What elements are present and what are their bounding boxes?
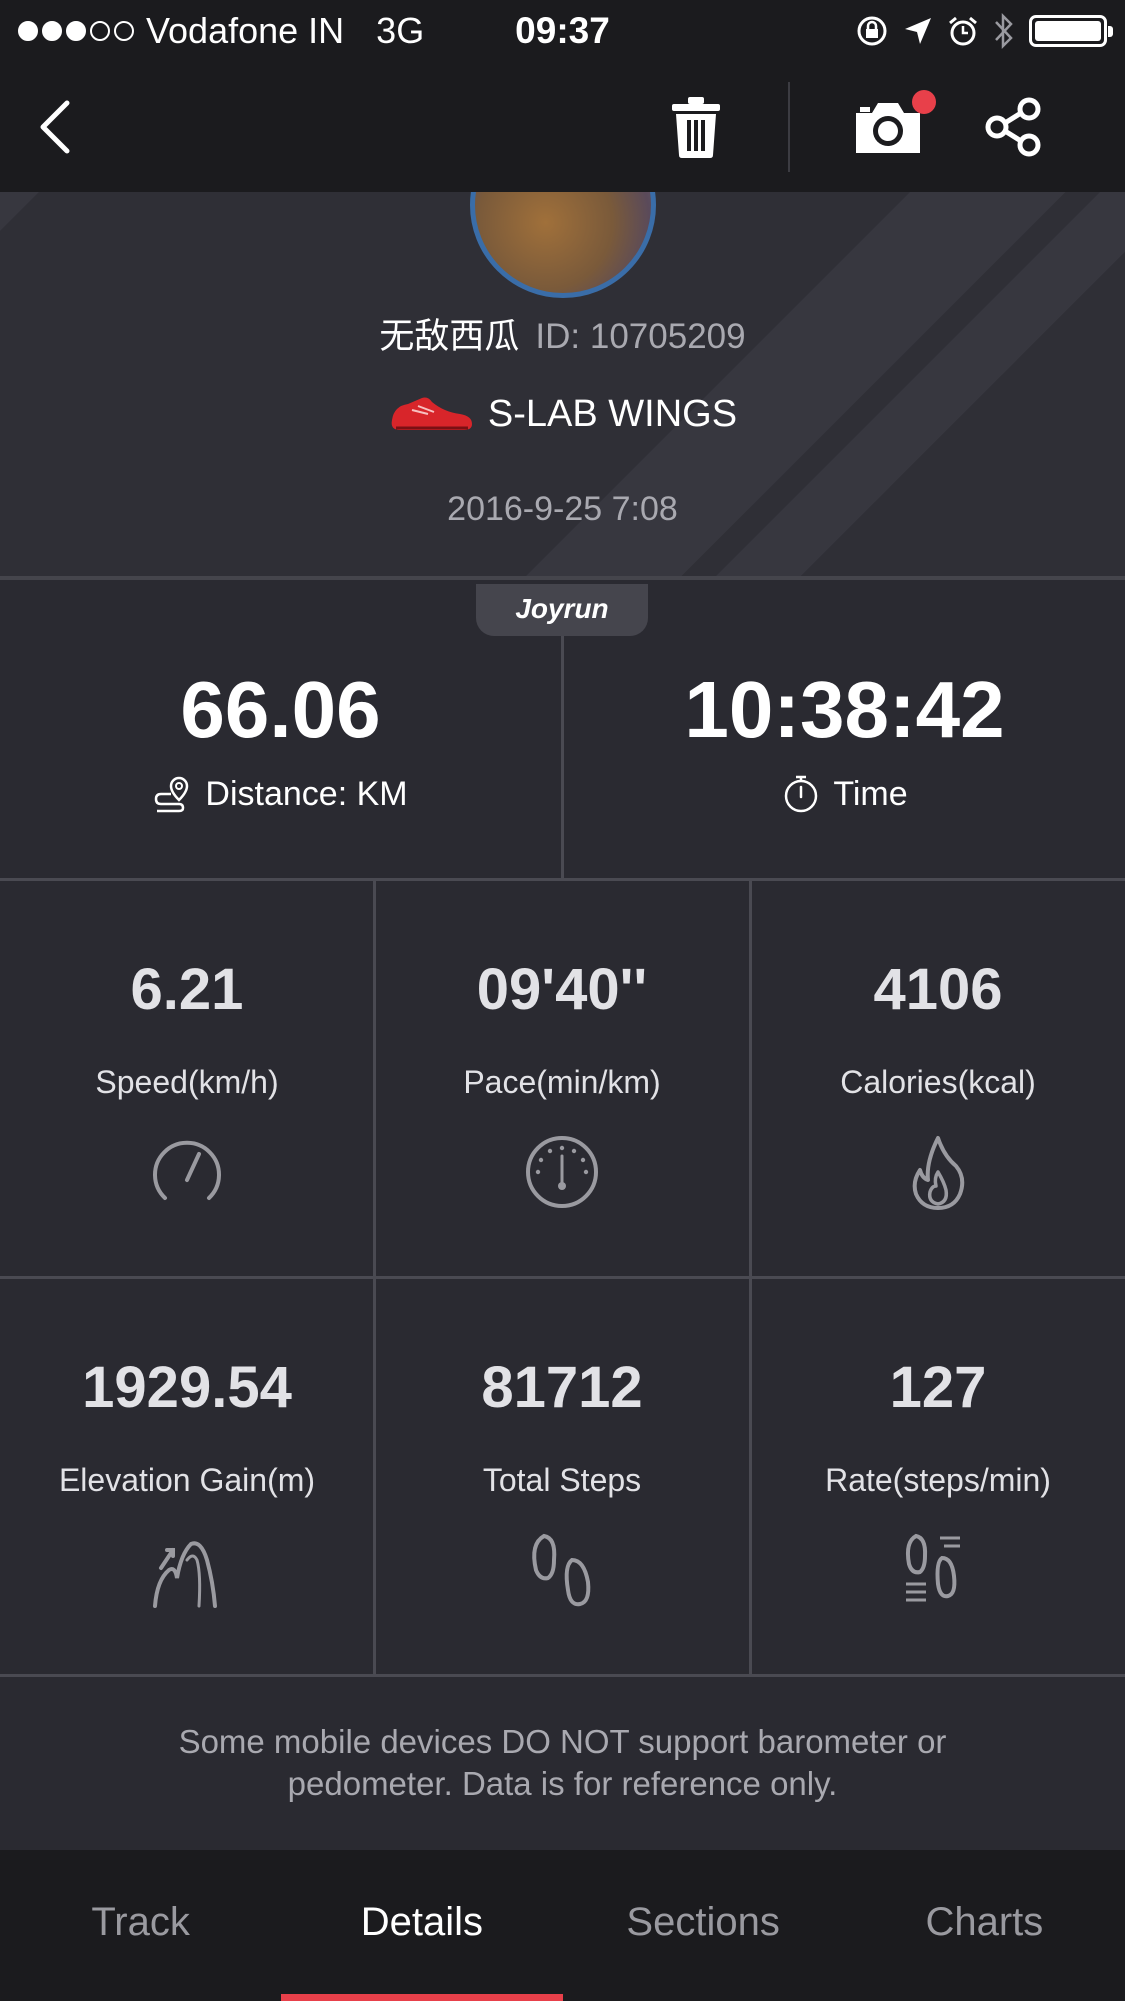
pace-stat: 09'40'' Pace(min/km) (375, 880, 749, 1276)
distance-value: 66.06 (180, 665, 381, 754)
camera-badge (912, 90, 936, 114)
bottom-tab-bar: Track Details Sections Charts (0, 1850, 1125, 2001)
profile-header: 无敌西瓜 ID: 10705209 S-LAB WINGS 2016-9-25 7… (0, 192, 1125, 580)
time-stat: 10:38:42 Time (564, 584, 1125, 880)
distance-label-row: Distance: KM (0, 774, 561, 814)
pace-gauge-icon (526, 1136, 598, 1208)
share-icon (985, 97, 1041, 157)
shoe-icon (391, 397, 472, 430)
tab-details[interactable]: Details (281, 1850, 563, 2001)
elevation-value: 1929.54 (82, 1355, 292, 1420)
steps-value: 81712 (481, 1355, 643, 1420)
disclaimer-text: Some mobile devices DO NOT support barom… (178, 1723, 947, 1802)
shoe-line[interactable]: S-LAB WINGS (0, 392, 1125, 436)
status-bar: Vodafone IN 3G 09:37 (0, 0, 1125, 62)
tab-sections-label: Sections (626, 1900, 780, 1944)
tab-details-label: Details (360, 1900, 483, 1944)
active-tab-indicator (281, 1994, 563, 2001)
calories-value: 4106 (873, 957, 1003, 1022)
speed-label: Speed(km/h) (95, 1064, 279, 1100)
shoe-name: S-LAB WINGS (487, 392, 738, 435)
calories-stat: 4106 Calories(kcal) (751, 880, 1125, 1276)
header-divider (0, 576, 1125, 580)
step-rate-stat: 127 Rate(steps/min) (751, 1278, 1125, 1674)
flame-icon (912, 1136, 965, 1210)
stopwatch-icon (785, 775, 818, 813)
time-label-row: Time (564, 774, 1125, 814)
tab-sections[interactable]: Sections (563, 1850, 844, 2001)
location-arrow-icon (905, 18, 931, 44)
pace-value: 09'40'' (476, 957, 648, 1022)
route-pin-icon (155, 776, 189, 813)
alarm-icon (949, 16, 977, 46)
nav-bar (0, 62, 1125, 192)
pace-label: Pace(min/km) (463, 1064, 661, 1100)
elevation-stat: 1929.54 Elevation Gain(m) (0, 1278, 374, 1674)
steps-stat: 81712 Total Steps (375, 1278, 749, 1674)
elevation-icon (153, 1541, 217, 1608)
distance-label: Distance: KM (205, 774, 408, 813)
user-line: 无敌西瓜 ID: 10705209 (0, 308, 1125, 359)
footprints-icon (532, 1533, 591, 1607)
user-id: ID: 10705209 (535, 317, 746, 356)
nav-divider (788, 82, 790, 172)
user-name: 无敌西瓜 (379, 317, 520, 357)
bluetooth-icon (995, 12, 1013, 50)
run-date: 2016-9-25 7:08 (447, 490, 678, 528)
status-right (855, 8, 1113, 54)
delete-button[interactable] (658, 62, 734, 192)
chevron-left-icon (40, 100, 70, 154)
calories-label: Calories(kcal) (840, 1064, 1036, 1100)
tab-track[interactable]: Track (0, 1850, 281, 2001)
step-rate-value: 127 (889, 1355, 987, 1420)
step-rate-label: Rate(steps/min) (825, 1462, 1051, 1498)
steps-label: Total Steps (482, 1462, 642, 1498)
tab-charts[interactable]: Charts (844, 1850, 1125, 2001)
rotation-lock-icon (857, 16, 887, 46)
tab-track-label: Track (91, 1900, 190, 1944)
tab-charts-label: Charts (925, 1900, 1044, 1944)
back-button[interactable] (20, 62, 90, 192)
camera-button[interactable] (838, 62, 938, 192)
elevation-label: Elevation Gain(m) (58, 1462, 316, 1498)
speedometer-icon (153, 1140, 221, 1200)
distance-stat: 66.06 Distance: KM (0, 584, 561, 880)
time-label: Time (833, 774, 908, 813)
battery-icon (1029, 15, 1113, 47)
time-value: 10:38:42 (684, 665, 1005, 754)
step-rate-icon (905, 1533, 960, 1602)
share-button[interactable] (975, 62, 1051, 192)
speed-value: 6.21 (130, 957, 244, 1022)
trash-icon (672, 97, 720, 158)
avatar[interactable] (470, 192, 656, 298)
brand-tab: Joyrun (476, 584, 648, 636)
summary-divider (561, 636, 564, 880)
speed-stat: 6.21 Speed(km/h) (0, 880, 374, 1276)
